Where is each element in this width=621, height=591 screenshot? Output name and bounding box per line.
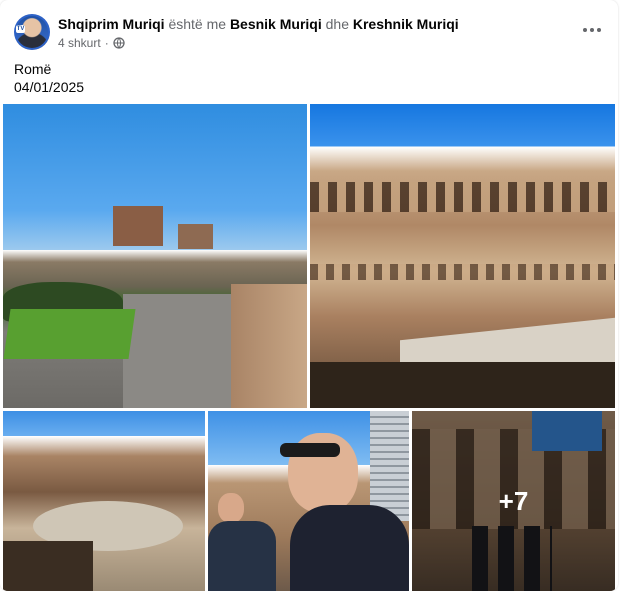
meta-separator: ·: [104, 36, 109, 50]
more-photos-overlay[interactable]: +7: [412, 411, 615, 591]
avatar-badge-icon: TV: [16, 25, 25, 33]
photo-2[interactable]: [310, 104, 615, 408]
with-text: është me: [168, 16, 227, 32]
more-options-icon[interactable]: [582, 20, 602, 40]
caption-line-1: Romë: [14, 61, 52, 77]
photo-3[interactable]: [3, 411, 205, 591]
post-header: Shqiprim Muriqi është me Besnik Muriqi d…: [58, 16, 459, 32]
photo-4[interactable]: [208, 411, 409, 591]
tagged-person-2[interactable]: Kreshnik Muriqi: [353, 16, 459, 32]
author-name[interactable]: Shqiprim Muriqi: [58, 16, 165, 32]
caption-line-2: 04/01/2025: [14, 79, 85, 95]
and-text: dhe: [325, 16, 349, 32]
more-photos-count: +7: [498, 485, 529, 516]
avatar[interactable]: TV: [14, 14, 50, 50]
post-card: TV Shqiprim Muriqi është me Besnik Muriq…: [0, 0, 618, 591]
tagged-person-1[interactable]: Besnik Muriqi: [230, 16, 322, 32]
photo-1[interactable]: [3, 104, 307, 408]
photo-5[interactable]: +7: [412, 411, 615, 591]
post-meta: 4 shkurt ·: [58, 36, 125, 50]
post-caption: Romë 04/01/2025: [14, 60, 84, 96]
post-time[interactable]: 4 shkurt: [58, 36, 101, 50]
globe-icon[interactable]: [113, 37, 125, 49]
